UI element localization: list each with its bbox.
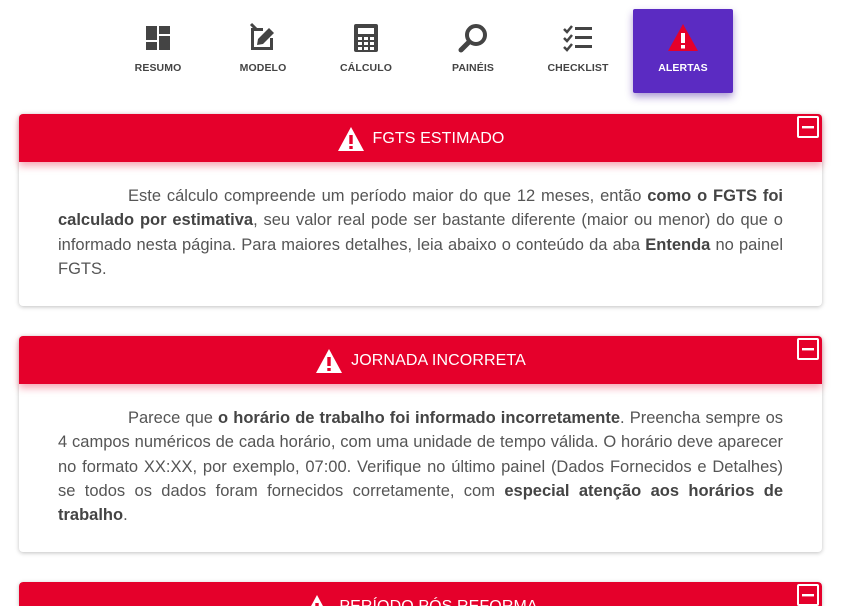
nav-tab-calculo[interactable]: CÁLCULO xyxy=(316,9,416,93)
alert-body: Parece que o horário de trabalho foi inf… xyxy=(19,384,822,551)
alert-card-fgts-estimado: FGTS ESTIMADO Este cálculo compreende um… xyxy=(19,114,822,306)
dashboard-icon xyxy=(142,22,174,54)
minus-box-icon xyxy=(797,338,819,360)
alert-header: FGTS ESTIMADO xyxy=(19,114,822,162)
alert-message: Parece que o horário de trabalho foi inf… xyxy=(58,409,784,525)
nav-label: MODELO xyxy=(239,62,287,74)
nav-label: RESUMO xyxy=(134,62,182,74)
warning-icon xyxy=(667,22,699,54)
warning-icon xyxy=(303,594,331,606)
collapse-button[interactable] xyxy=(796,337,820,361)
edit-box-icon xyxy=(247,22,279,54)
collapse-button[interactable] xyxy=(796,583,820,606)
top-navigation: RESUMO MODELO CÁLCULO PAINÉIS CHECKLIST … xyxy=(0,9,848,93)
nav-tab-checklist[interactable]: CHECKLIST xyxy=(528,9,628,93)
alert-message: Este cálculo compreende um período maior… xyxy=(58,187,783,278)
alert-header: JORNADA INCORRETA xyxy=(19,336,822,384)
warning-icon xyxy=(315,348,343,374)
alert-card-jornada-incorreta: JORNADA INCORRETA Parece que o horário d… xyxy=(19,336,822,552)
warning-icon xyxy=(337,126,365,152)
alert-body: Este cálculo compreende um período maior… xyxy=(19,162,822,305)
alert-card-periodo-pos-reforma: PERÍODO PÓS REFORMA xyxy=(19,582,822,606)
alert-title: PERÍODO PÓS REFORMA xyxy=(339,598,537,606)
nav-label: PAINÉIS xyxy=(452,62,494,74)
collapse-button[interactable] xyxy=(796,115,820,139)
nav-label: CHECKLIST xyxy=(547,62,609,74)
nav-tab-alertas[interactable]: ALERTAS xyxy=(633,9,733,93)
minus-box-icon xyxy=(797,584,819,606)
alert-title: FGTS ESTIMADO xyxy=(372,130,505,147)
nav-tab-resumo[interactable]: RESUMO xyxy=(108,9,208,93)
nav-label: CÁLCULO xyxy=(339,62,393,74)
alert-header: PERÍODO PÓS REFORMA xyxy=(19,582,822,606)
alert-title: JORNADA INCORRETA xyxy=(351,352,526,369)
calculator-icon xyxy=(350,22,382,54)
emphasis: o horário de trabalho foi informado inco… xyxy=(218,409,621,427)
nav-tab-paineis[interactable]: PAINÉIS xyxy=(423,9,523,93)
checklist-icon xyxy=(562,22,594,54)
emphasis: Entenda xyxy=(645,235,711,254)
minus-box-icon xyxy=(797,116,819,138)
nav-tab-modelo[interactable]: MODELO xyxy=(213,9,313,93)
search-icon xyxy=(457,22,489,54)
nav-label: ALERTAS xyxy=(658,62,708,74)
